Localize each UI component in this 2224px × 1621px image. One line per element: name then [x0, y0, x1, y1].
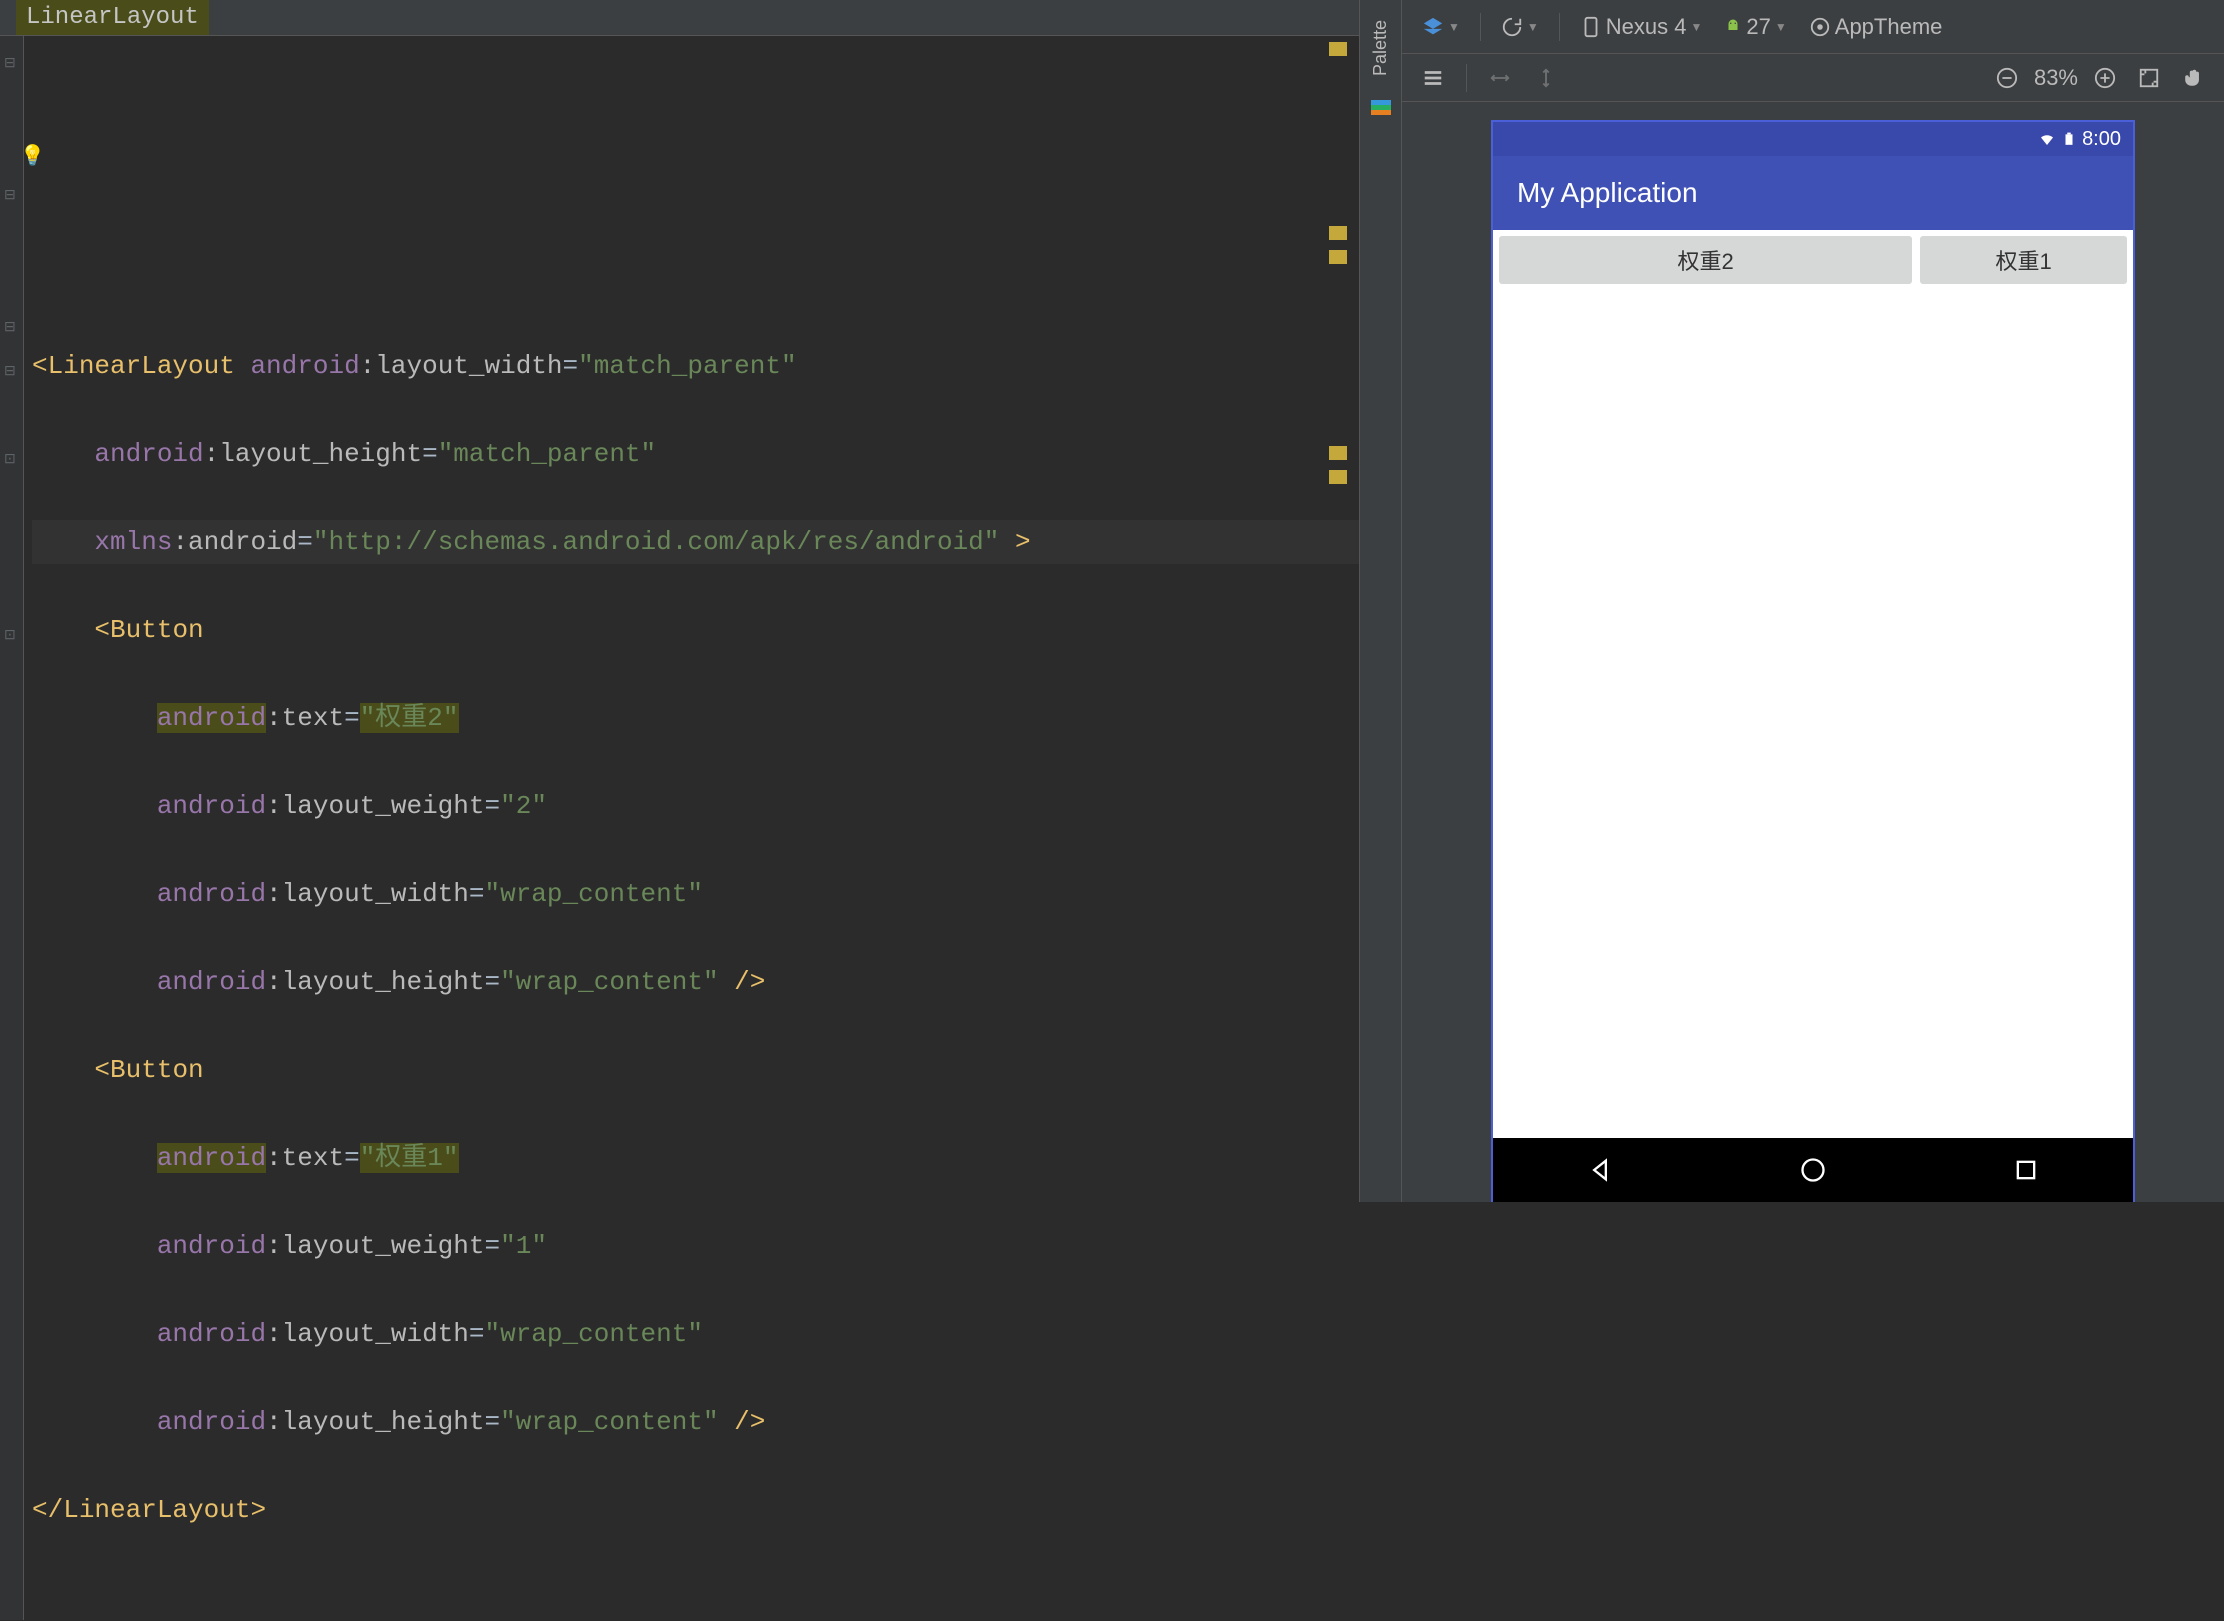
status-bar: 8:00	[1493, 122, 2133, 156]
zoom-in-icon	[2094, 67, 2116, 89]
wifi-icon	[2038, 130, 2056, 148]
android-icon	[1724, 18, 1742, 36]
expand-v-icon	[1535, 67, 1557, 89]
preview-button-weight2[interactable]: 权重2	[1499, 236, 1912, 284]
separator	[1480, 13, 1481, 41]
rotate-icon	[1501, 16, 1523, 38]
fit-icon	[2138, 67, 2160, 89]
api-label: 27	[1746, 14, 1770, 40]
design-surface-dropdown[interactable]: ▼	[1416, 12, 1466, 42]
editor-pane: LinearLayout ⊟ ⊟ ⊟ ⊟ ⊡ ⊡ 💡 <LinearLayout…	[0, 0, 1360, 1202]
separator	[1559, 13, 1560, 41]
warning-marker[interactable]	[1329, 470, 1347, 484]
view-options-button[interactable]	[1416, 63, 1450, 93]
device-dropdown[interactable]: Nexus 4 ▼	[1574, 10, 1709, 44]
orientation-dropdown[interactable]: ▼	[1495, 12, 1545, 42]
status-time: 8:00	[2082, 128, 2121, 151]
zoom-out-button[interactable]	[1990, 63, 2024, 93]
fold-icon[interactable]: ⊟	[4, 306, 16, 350]
chevron-down-icon: ▼	[1691, 20, 1703, 34]
app-bar: My Application	[1493, 156, 2133, 230]
palette-strip: Palette	[1360, 0, 1402, 1202]
theme-label: AppTheme	[1835, 14, 1943, 40]
warning-marker[interactable]	[1329, 446, 1347, 460]
chevron-down-icon: ▼	[1527, 20, 1539, 34]
warning-marker[interactable]	[1329, 250, 1347, 264]
zoom-fit-button[interactable]	[2132, 63, 2166, 93]
fold-icon[interactable]: ⊟	[4, 350, 16, 394]
code-editor[interactable]: ⊟ ⊟ ⊟ ⊟ ⊡ ⊡ 💡 <LinearLayout android:layo…	[0, 36, 1359, 1620]
theme-icon	[1809, 16, 1831, 38]
fold-icon[interactable]: ⊟	[4, 42, 16, 86]
menu-icon	[1422, 67, 1444, 89]
chevron-down-icon: ▼	[1775, 20, 1787, 34]
device-frame: 8:00 My Application 权重2 权重1	[1493, 122, 2133, 1202]
palette-icon[interactable]	[1369, 96, 1393, 120]
expand-h-icon	[1489, 67, 1511, 89]
breadcrumb-bar: LinearLayout	[0, 0, 1359, 36]
nav-home-icon[interactable]	[1799, 1156, 1827, 1184]
api-dropdown[interactable]: 27 ▼	[1718, 10, 1792, 44]
warning-marker[interactable]	[1329, 42, 1347, 56]
fold-icon[interactable]: ⊡	[4, 438, 16, 482]
phone-icon	[1580, 16, 1602, 38]
separator	[1466, 64, 1467, 92]
warning-marker[interactable]	[1329, 226, 1347, 240]
device-label: Nexus 4	[1606, 14, 1687, 40]
lightbulb-icon[interactable]: 💡	[20, 136, 45, 180]
pan-button[interactable]	[2176, 63, 2210, 93]
battery-icon	[2062, 130, 2076, 148]
zoom-in-button[interactable]	[2088, 63, 2122, 93]
nav-recent-icon[interactable]	[2012, 1156, 2040, 1184]
zoom-out-icon	[1996, 67, 2018, 89]
zoom-level: 83%	[2034, 65, 2078, 91]
device-canvas[interactable]: 8:00 My Application 权重2 权重1	[1402, 102, 2224, 1202]
preview-toolbar-secondary: 83%	[1402, 54, 2224, 102]
nav-bar	[1493, 1138, 2133, 1202]
editor-gutter: ⊟ ⊟ ⊟ ⊟ ⊡ ⊡	[0, 36, 24, 1620]
expand-vertical-button[interactable]	[1529, 63, 1563, 93]
nav-back-icon[interactable]	[1586, 1156, 1614, 1184]
theme-dropdown[interactable]: AppTheme	[1803, 10, 1949, 44]
palette-label[interactable]: Palette	[1370, 20, 1391, 76]
fold-icon[interactable]: ⊟	[4, 174, 16, 218]
expand-horizontal-button[interactable]	[1483, 63, 1517, 93]
hand-icon	[2182, 67, 2204, 89]
breadcrumb-item[interactable]: LinearLayout	[16, 0, 209, 35]
preview-button-weight1[interactable]: 权重1	[1920, 236, 2127, 284]
app-title: My Application	[1517, 177, 1698, 209]
layers-icon	[1422, 16, 1444, 38]
code-content[interactable]: 💡 <LinearLayout android:layout_width="ma…	[24, 36, 1359, 1620]
app-content: 权重2 权重1	[1493, 230, 2133, 1138]
chevron-down-icon: ▼	[1448, 20, 1460, 34]
preview-toolbar: ▼ ▼ Nexus 4 ▼ 27 ▼ AppTheme	[1402, 0, 2224, 54]
fold-icon[interactable]: ⊡	[4, 614, 16, 658]
preview-pane: ▼ ▼ Nexus 4 ▼ 27 ▼ AppTheme	[1402, 0, 2224, 1202]
